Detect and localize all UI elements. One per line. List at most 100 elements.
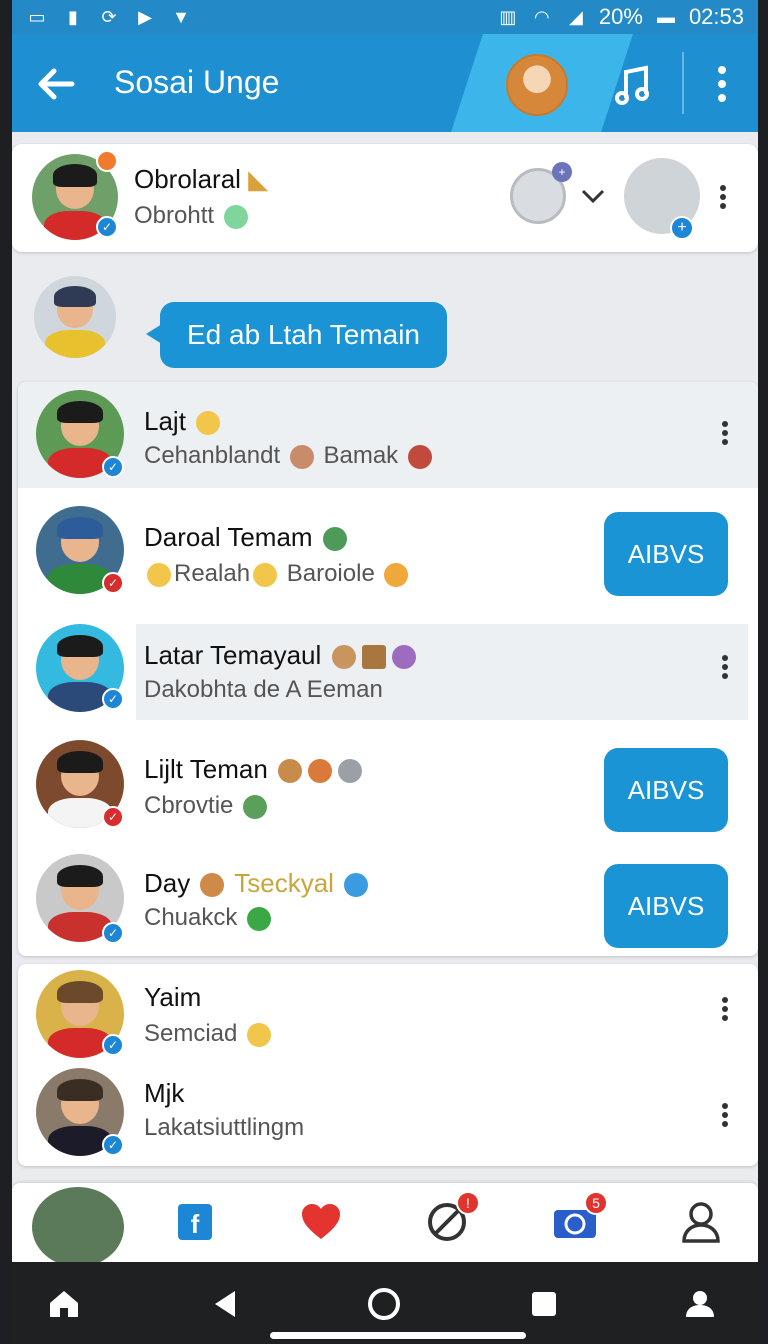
character-icon [243, 794, 268, 819]
character-icon [407, 444, 432, 469]
list-item-subtitle: Cehanblandt Bamak [144, 442, 435, 470]
notification-badge: ! [456, 1191, 480, 1215]
tab-profile[interactable] [678, 1199, 724, 1245]
list-item-subtitle: Cbrovtie [144, 792, 270, 820]
tab-camera[interactable]: 5 [552, 1191, 608, 1245]
list-item-subtitle: Lakatsiuttlingm [144, 1114, 305, 1141]
face-icon [289, 444, 314, 469]
profile-subtitle: Obrohtt [134, 202, 251, 230]
bot-avatar [34, 276, 116, 358]
list-item-name[interactable]: Lijlt Teman [144, 754, 365, 785]
status-bar: ▭ ▮ ⟳ ▶ ▼ ▥ ◠ ◢ 20% ▬ 02:53 [12, 0, 758, 34]
emoji-icon [223, 204, 248, 229]
fire-icon [384, 562, 409, 587]
row-highlight [18, 382, 758, 488]
smile-icon [196, 411, 221, 436]
flame-icon [308, 759, 333, 784]
facebook-icon: f [178, 1204, 212, 1240]
screen-icon: ▭ [28, 6, 46, 27]
back-nav-icon[interactable] [204, 1284, 244, 1324]
notification-badge: 5 [584, 1191, 608, 1215]
sim-icon: ▮ [68, 6, 78, 27]
chat-bubble[interactable]: Ed ab Ltah Temain [146, 302, 447, 368]
list-item-subtitle: Chuakck [144, 904, 274, 932]
suggestions-list: ✓ Yaim Semciad ✓ Mjk Lakatsiuttlingm [18, 964, 758, 1166]
add-friend-icon[interactable]: + [670, 216, 694, 240]
vibrate-icon: ▥ [499, 6, 517, 27]
signal-icon: ◢ [568, 6, 583, 27]
back-arrow-icon[interactable] [34, 62, 78, 106]
profile-card[interactable]: ✓ Obrolaral ◣ Obrohtt + + [12, 144, 758, 252]
verified-badge-icon: ✓ [102, 456, 124, 478]
row-more-icon[interactable] [718, 418, 732, 450]
row-more-icon[interactable] [718, 1100, 732, 1132]
list-item-subtitle: Dakobhta de A Eeman [144, 676, 383, 703]
list-item-name[interactable]: Day Tseckyal [144, 868, 371, 899]
phone-screen: ▭ ▮ ⟳ ▶ ▼ ▥ ◠ ◢ 20% ▬ 02:53 Sosai Unge ✓ [12, 0, 758, 1344]
music-note-icon[interactable] [612, 64, 654, 106]
verified-badge-icon: ✓ [102, 1034, 124, 1056]
user-icon [682, 1202, 720, 1243]
header-avatar[interactable] [506, 54, 568, 116]
download-icon: ▼ [172, 6, 190, 27]
battery-icon: ▬ [656, 6, 675, 27]
play-icon: ▶ [138, 6, 152, 27]
list-item-name[interactable]: Daroal Temam [144, 522, 350, 553]
ring-icon [338, 759, 363, 784]
divider [682, 52, 684, 114]
page-title: Sosai Unge [114, 64, 280, 100]
list-item-subtitle: Realah Baroiole [144, 560, 411, 588]
action-button[interactable]: AIBVS [604, 748, 728, 832]
smile-icon [253, 562, 278, 587]
list-item-name[interactable]: Mjk [144, 1078, 184, 1109]
blue-face-icon [344, 873, 369, 898]
verified-badge-icon: ✓ [102, 922, 124, 944]
add-small-icon: + [552, 162, 572, 182]
tab-facebook[interactable]: f [172, 1199, 218, 1245]
clock: 02:53 [688, 4, 744, 29]
action-button[interactable]: AIBVS [604, 512, 728, 596]
profile-more-icon[interactable] [716, 182, 730, 214]
tab-chat[interactable]: ! [424, 1191, 480, 1245]
smile-icon [147, 562, 171, 587]
smile-icon [247, 1022, 272, 1047]
notification-dot-icon [96, 150, 118, 172]
list-item-name[interactable]: Lajt [144, 406, 223, 437]
character-icon [322, 527, 347, 552]
sparkle-icon [391, 645, 416, 670]
home-nav-icon[interactable] [44, 1284, 84, 1324]
account-nav-icon[interactable] [680, 1284, 720, 1324]
row-more-icon[interactable] [718, 652, 732, 684]
heart-icon [302, 1204, 340, 1239]
row-more-icon[interactable] [718, 994, 732, 1026]
group-avatar[interactable] [32, 1187, 124, 1267]
list-item-name[interactable]: Yaim [144, 982, 201, 1013]
flag-icon: ◣ [248, 164, 269, 194]
green-dot-icon [247, 906, 272, 931]
recents-nav-icon[interactable] [524, 1284, 564, 1324]
wifi-icon: ◠ [534, 6, 550, 27]
home-indicator[interactable] [270, 1332, 526, 1339]
row-highlight [136, 624, 748, 720]
verified-badge-icon: ✓ [102, 688, 124, 710]
profile-name: Obrolaral ◣ [134, 164, 269, 194]
verified-badge-icon: ✓ [102, 572, 124, 594]
tab-likes[interactable] [298, 1199, 344, 1245]
verified-badge-icon: ✓ [96, 216, 118, 238]
burger-icon [278, 759, 303, 784]
monkey-icon [331, 645, 356, 670]
list-item-subtitle: Semciad [144, 1020, 274, 1048]
action-button[interactable]: AIBVS [604, 864, 728, 948]
emoji-icon [200, 873, 225, 898]
verified-badge-icon: ✓ [102, 806, 124, 828]
more-options-icon[interactable] [712, 64, 732, 104]
list-item-name[interactable]: Latar Temayaul [144, 640, 419, 671]
sync-icon: ⟳ [101, 6, 117, 27]
app-bar: Sosai Unge [12, 34, 758, 132]
friends-list: ✓ Lajt Cehanblandt Bamak ✓ Daroal Temam … [18, 382, 758, 956]
verified-badge-icon: ✓ [102, 1134, 124, 1156]
chevron-down-icon[interactable] [580, 188, 606, 204]
battery-percent: 20% [598, 4, 643, 29]
home-circle-icon[interactable] [364, 1284, 404, 1324]
trophy-icon [361, 645, 386, 670]
